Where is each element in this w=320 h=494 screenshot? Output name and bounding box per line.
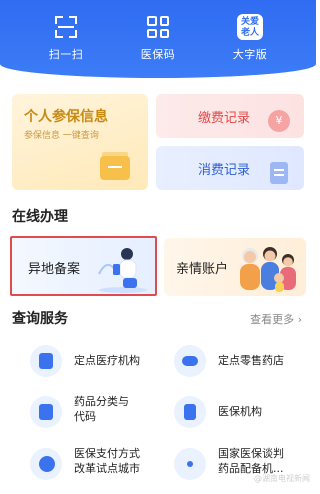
view-more-link[interactable]: 查看更多 ›	[250, 311, 302, 327]
medical-insurance-code-button[interactable]: 医保码	[125, 14, 191, 62]
service-designated-pharmacy[interactable]: 定点零售药店	[162, 343, 302, 379]
insurance-info-title: 个人参保信息	[24, 109, 108, 125]
family-illustration	[240, 247, 296, 292]
service-insurance-agency[interactable]: 医保机构	[162, 394, 302, 430]
large-font-mode-button[interactable]: 关爱老人 大字版	[217, 14, 283, 62]
remote-filing-card[interactable]: 异地备案	[10, 236, 157, 296]
service-label: 定点零售药店	[218, 354, 284, 367]
service-designated-medical-institution[interactable]: 定点医疗机构	[18, 343, 158, 379]
scan-button[interactable]: 扫一扫	[33, 14, 99, 62]
family-account-title: 亲情账户	[176, 262, 229, 277]
service-label: 药品分类与 代码	[74, 395, 129, 423]
service-label: 国家医保谈判 药品配备机...	[218, 447, 284, 475]
large-font-mode-label: 大字版	[232, 48, 268, 61]
elder-mode-icon: 关爱老人	[237, 14, 263, 40]
spending-record-title: 消费记录	[198, 163, 251, 178]
yuan-coin-icon: ¥	[268, 110, 290, 132]
scan-icon	[53, 14, 79, 40]
top-banner: 扫一扫 医保码 关爱老人 大字版	[0, 0, 316, 78]
agency-icon	[174, 396, 206, 428]
query-section-title: 查询服务	[12, 311, 68, 327]
family-account-card[interactable]: 亲情账户	[164, 238, 306, 296]
remote-filing-title: 异地备案	[28, 262, 81, 277]
qr-code-icon	[145, 14, 171, 40]
spending-record-card[interactable]: 消费记录	[156, 146, 304, 190]
insurance-info-card[interactable]: 个人参保信息 参保信息 一键查询	[12, 94, 148, 190]
medical-insurance-code-label: 医保码	[140, 48, 176, 61]
network-icon	[174, 448, 206, 480]
watermark: @湖南电视新闻	[254, 474, 310, 483]
scan-label: 扫一扫	[48, 48, 84, 61]
hospital-icon	[30, 345, 62, 377]
service-label: 医保支付方式 改革试点城市	[74, 447, 140, 475]
document-icon	[30, 396, 62, 428]
service-drug-classification[interactable]: 药品分类与 代码	[18, 394, 158, 430]
receipt-icon	[270, 162, 288, 184]
pill-icon	[174, 345, 206, 377]
service-label: 定点医疗机构	[74, 354, 140, 367]
payment-record-card[interactable]: 缴费记录 ¥	[156, 94, 304, 138]
service-payment-reform-cities[interactable]: 医保支付方式 改革试点城市	[18, 446, 158, 482]
wallet-icon	[100, 156, 130, 180]
pie-chart-icon	[30, 448, 62, 480]
payment-record-title: 缴费记录	[198, 111, 251, 126]
online-section-title: 在线办理	[12, 209, 68, 225]
service-label: 医保机构	[218, 405, 262, 418]
person-with-phone-illustration	[98, 248, 147, 293]
insurance-info-subtitle: 参保信息 一键查询	[24, 131, 99, 141]
